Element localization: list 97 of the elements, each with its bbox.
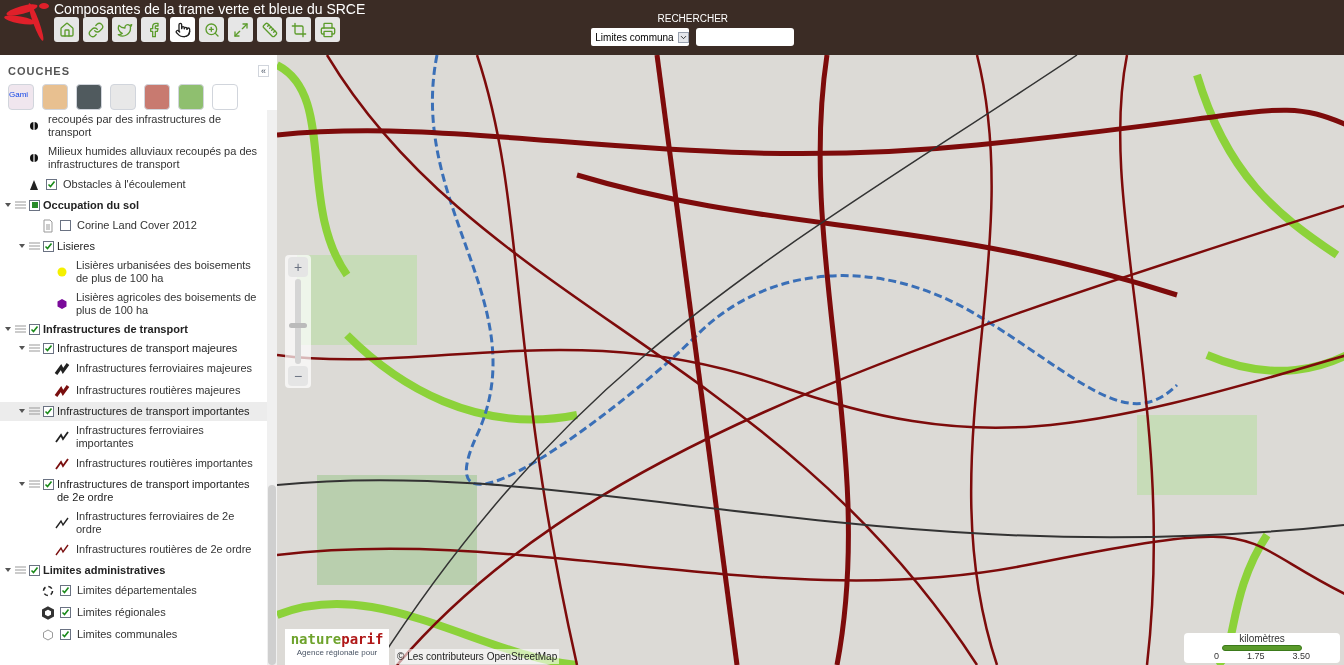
- obstacle-icon: [30, 179, 38, 190]
- layer-group-label: Lisieres: [57, 239, 95, 253]
- list-icon: [15, 198, 26, 211]
- measure-tool-button[interactable]: [257, 17, 282, 42]
- logo-tagline: Agence régionale pour: [296, 647, 378, 659]
- basemap-thumbnail[interactable]: [212, 83, 238, 110]
- crop-tool-button[interactable]: [286, 17, 311, 42]
- layer-group-row[interactable]: Lisieres: [0, 236, 267, 256]
- zoom-icon: [203, 21, 220, 38]
- thin-hexagon-icon: [43, 629, 53, 640]
- basemap-thumbnail[interactable]: [110, 83, 136, 110]
- twitter-icon: [116, 21, 133, 38]
- link-tool-button[interactable]: [83, 17, 108, 42]
- collapse-button[interactable]: «: [258, 65, 269, 78]
- layer-label: Lisières urbanisées des boisements de plus de 100 ha: [76, 258, 252, 285]
- basemap-thumbnail[interactable]: [178, 83, 204, 110]
- layer-label: Limites régionales: [77, 606, 166, 619]
- thick-hexagon-icon: [42, 605, 54, 620]
- link-icon: [87, 21, 104, 38]
- layer-label: Corine Land Cover 2012: [77, 219, 197, 232]
- layer-label: Milieux humides alluviaux recoupés pa des infrastructures de transport: [48, 144, 259, 171]
- layer-checkbox[interactable]: [60, 220, 71, 231]
- pan-tool-button[interactable]: [170, 17, 195, 42]
- logo-wordmark: natureparif: [290, 631, 384, 647]
- home-icon: [58, 21, 75, 38]
- layer-label: Obstacles à l'écoulement: [63, 178, 186, 191]
- scale-tick-label: 1.75: [1246, 651, 1265, 662]
- layer-group-row[interactable]: Infrastructures de transport importantes: [0, 401, 267, 421]
- layer-label: Infrastructures ferroviaires de 2e ordre: [76, 509, 236, 536]
- wetland-icon: [30, 152, 38, 163]
- search-type-select[interactable]: Limites communa: [591, 28, 690, 46]
- layer-label: Infrastructures ferroviaires importantes: [76, 423, 205, 450]
- layer-checkbox[interactable]: [46, 179, 57, 190]
- layer-group-row[interactable]: Infrastructures de transport importantes de 2e ordre: [0, 474, 267, 507]
- slider-handle[interactable]: [289, 323, 307, 328]
- list-icon: [29, 239, 40, 252]
- caret-icon: [678, 31, 690, 43]
- scale-tick-label: 3.50: [1292, 651, 1310, 662]
- panel-title: COUCHES: [8, 64, 70, 79]
- scale-tick-label: 0: [1214, 651, 1219, 662]
- home-tool-button[interactable]: [54, 17, 79, 42]
- layer-group-row[interactable]: Infrastructures de transport majeures: [0, 338, 267, 358]
- layer-group-label: Infrastructures de transport importantes: [57, 404, 250, 418]
- zoom-in-button[interactable]: +: [288, 257, 308, 277]
- basemap-thumbnail[interactable]: [144, 83, 170, 110]
- layer-checkbox[interactable]: [43, 240, 54, 252]
- layer-label: Limites communales: [77, 628, 178, 641]
- layer-checkbox[interactable]: [29, 323, 40, 335]
- list-icon: [15, 563, 26, 576]
- layer-label: Lisières agricoles des boisements de plus de 100 ha: [76, 290, 258, 317]
- zoom-slider[interactable]: [289, 279, 307, 364]
- extent-tool-button[interactable]: [228, 17, 253, 42]
- layer-checkbox[interactable]: [29, 199, 40, 211]
- layer-checkbox[interactable]: [60, 607, 71, 618]
- zoom-out-button[interactable]: −: [288, 366, 308, 386]
- layer-checkbox[interactable]: [29, 564, 40, 576]
- wetland-icon: [30, 120, 38, 131]
- layer-group-row[interactable]: Infrastructures de transport: [0, 319, 267, 339]
- layer-group-label: Infrastructures de transport majeures: [57, 341, 238, 355]
- layer-group-row[interactable]: Limites administratives: [0, 560, 267, 580]
- list-icon: [29, 341, 40, 354]
- basemap-thumbnail[interactable]: [76, 83, 102, 110]
- twitter-tool-button[interactable]: [112, 17, 137, 42]
- layer-label: recoupés par des infrastructures de transport: [48, 112, 223, 139]
- layer-group-label: Limites administratives: [43, 563, 166, 577]
- print-icon: [319, 21, 336, 38]
- measure-icon: [261, 21, 278, 38]
- crop-icon: [290, 21, 307, 38]
- layer-group-label: Occupation du sol: [43, 198, 139, 212]
- layer-label: Limites départementales: [77, 584, 197, 597]
- basemap-thumbnail[interactable]: Gami: [8, 83, 34, 110]
- layer-checkbox[interactable]: [43, 478, 54, 490]
- list-icon: [15, 322, 26, 335]
- map-attribution: © Les contributeurs OpenStreetMap: [395, 649, 560, 664]
- extent-icon: [232, 21, 249, 38]
- layer-label: Infrastructures ferroviaires majeures: [76, 362, 253, 375]
- document-icon: [43, 219, 53, 232]
- layer-label: Infrastructures routières importantes: [76, 457, 253, 470]
- layer-label: Infrastructures routières de 2e ordre: [76, 543, 252, 556]
- app-title: Composantes de la trame verte et bleue du SRCE: [54, 1, 366, 17]
- layer-group-label: Infrastructures de transport: [43, 322, 188, 336]
- list-icon: [29, 477, 40, 490]
- layer-group-row[interactable]: Occupation du sol: [0, 195, 267, 215]
- dashed-ring-icon: [42, 585, 54, 596]
- layer-checkbox[interactable]: [43, 342, 54, 354]
- search-field[interactable]: [696, 28, 795, 46]
- scale-unit: kilomètres: [1239, 633, 1285, 645]
- layer-checkbox[interactable]: [43, 405, 54, 417]
- print-tool-button[interactable]: [315, 17, 340, 42]
- layer-group-label: Infrastructures de transport importantes de 2e ordre: [57, 477, 251, 504]
- layer-label: Infrastructures routières majeures: [76, 384, 241, 397]
- layer-checkbox[interactable]: [60, 585, 71, 596]
- basemap-thumbnail[interactable]: [42, 83, 68, 110]
- list-icon: [29, 404, 40, 417]
- search-label: RECHERCHER: [657, 12, 729, 26]
- hand-icon: [174, 21, 191, 38]
- layer-checkbox[interactable]: [60, 629, 71, 640]
